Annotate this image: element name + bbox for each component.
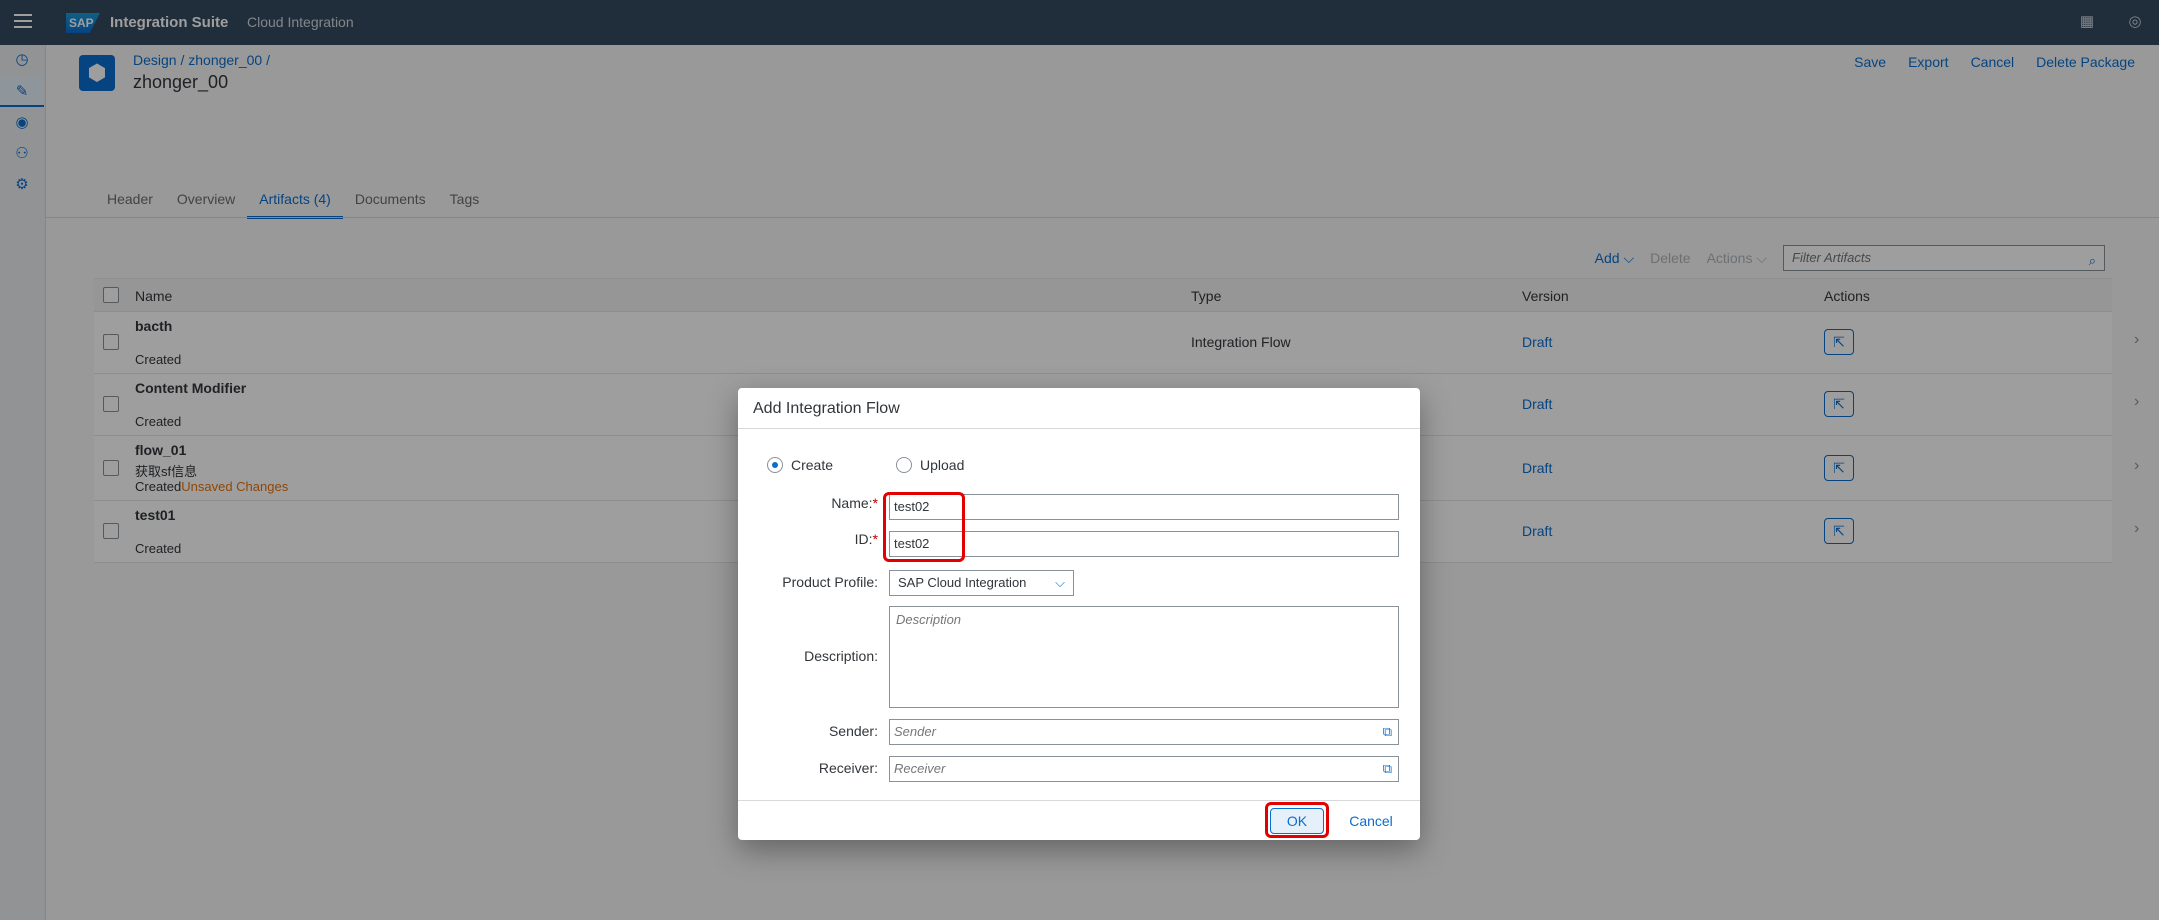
description-textarea[interactable]: Description <box>889 606 1399 708</box>
name-input[interactable]: test02 <box>889 494 1399 520</box>
required-mark: * <box>872 495 878 511</box>
description-label: Description: <box>804 648 878 664</box>
create-radio[interactable]: Create <box>767 457 833 473</box>
upload-radio[interactable]: Upload <box>896 457 964 473</box>
dialog-divider <box>738 428 1420 429</box>
dialog-footer-divider <box>738 800 1420 801</box>
id-label-text: ID: <box>854 531 873 547</box>
id-input[interactable]: test02 <box>889 531 1399 557</box>
radio-unselected-icon <box>896 457 912 473</box>
add-integration-flow-dialog: Add Integration Flow Create Upload Name:… <box>738 388 1420 840</box>
chevron-down-icon: ⌵ <box>1055 575 1065 590</box>
value-help-icon[interactable]: ⧉ <box>1383 720 1392 744</box>
product-profile-select[interactable]: SAP Cloud Integration ⌵ <box>889 570 1074 596</box>
product-profile-label: Product Profile: <box>782 574 878 590</box>
upload-radio-label: Upload <box>920 457 965 473</box>
name-label: Name:* <box>831 495 878 511</box>
highlight-ok-button <box>1265 802 1329 838</box>
receiver-label: Receiver: <box>818 760 878 776</box>
sender-label: Sender: <box>828 723 878 739</box>
product-profile-value: SAP Cloud Integration <box>898 575 1027 590</box>
dialog-cancel-button[interactable]: Cancel <box>1339 808 1403 834</box>
value-help-icon[interactable]: ⧉ <box>1383 757 1392 781</box>
name-label-text: Name: <box>831 495 873 511</box>
sender-placeholder: Sender <box>894 724 936 739</box>
highlight-name-id <box>883 492 965 562</box>
dialog-title: Add Integration Flow <box>753 400 900 417</box>
id-label: ID:* <box>855 531 878 547</box>
create-radio-label: Create <box>791 457 834 473</box>
required-mark: * <box>872 531 878 547</box>
receiver-placeholder: Receiver <box>894 761 946 776</box>
sender-input[interactable]: Sender ⧉ <box>889 719 1399 745</box>
receiver-input[interactable]: Receiver ⧉ <box>889 756 1399 782</box>
radio-selected-icon <box>767 457 783 473</box>
